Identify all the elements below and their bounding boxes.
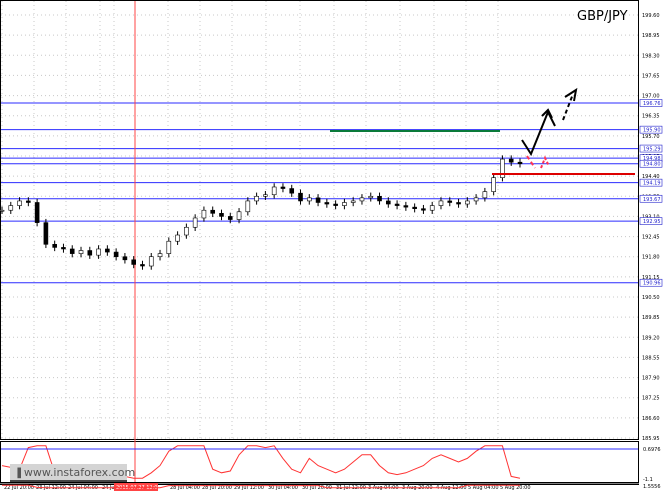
candle-body: [8, 205, 14, 211]
candle-body: [69, 248, 75, 254]
price-level-tag-label: 195.90: [643, 128, 661, 134]
symbol-label: GBP/JPY: [577, 9, 628, 24]
price-tick-label: 197.65: [642, 73, 660, 79]
candle-body: [377, 195, 382, 202]
watermark-text: www.instaforex.com: [23, 466, 136, 479]
candle-body: [333, 203, 338, 206]
price-axis: 199.60 198.95 198.30 197.65 197.00 196.35 195.…: [642, 13, 660, 442]
candle-body: [429, 205, 435, 211]
price-tick-label: 199.60: [642, 13, 660, 19]
price-level-tag-label: 190.96: [643, 281, 661, 287]
candle-body: [122, 256, 128, 261]
candle-body: [394, 203, 400, 206]
candle-body: [254, 195, 259, 202]
price-level-tag-label: 193.67: [643, 197, 661, 203]
candle-body: [0, 209, 5, 212]
candle-body: [491, 177, 496, 192]
price-tick-label: 186.60: [642, 416, 660, 422]
candle-body: [508, 158, 514, 163]
indicator-axis: 0.6976 -1.11.5556: [643, 447, 661, 490]
price-tick-label: 185.95: [642, 436, 660, 442]
time-tick-label: 5 Aug 20:00: [500, 485, 531, 491]
candle-body: [52, 244, 57, 248]
watermark-arrow-icon: ▐: [14, 469, 21, 479]
price-tick-label: 198.30: [642, 53, 660, 59]
candle-body: [517, 161, 523, 165]
candle-body: [201, 209, 207, 219]
price-tick-label: 195.70: [642, 134, 660, 140]
candle-body: [324, 202, 330, 205]
candle-body: [263, 194, 268, 197]
price-level-tag-label: 194.80: [643, 162, 661, 168]
candle-body: [140, 264, 145, 267]
price-tick-label: 190.50: [642, 295, 660, 301]
candle-body: [271, 186, 277, 196]
candle-body: [245, 200, 251, 213]
candle-body: [359, 197, 365, 202]
candle-body: [289, 188, 295, 194]
price-tick-label: 197.00: [642, 94, 660, 100]
price-tick-label: 191.80: [642, 255, 660, 261]
candle-body: [227, 216, 233, 220]
candle-body: [96, 248, 101, 256]
candle-body: [412, 206, 417, 209]
price-chart: 199.60 198.95 198.30 197.65 197.00 196.35 195.…: [0, 0, 663, 491]
candle-body: [473, 197, 479, 202]
time-tick-label: 5 Aug 04:00: [468, 485, 499, 491]
candle-body: [87, 250, 93, 256]
time-axis: 22 Jul 20:00 23 Jul 12:00 24 Jul 04:00 24 J…: [4, 483, 531, 491]
price-tick-label: 189.20: [642, 335, 660, 341]
instaforex-watermark[interactable]: ▐ www.instaforex.com: [10, 464, 135, 482]
candle-body: [350, 200, 356, 203]
candle-body: [175, 234, 180, 242]
candle-body: [148, 256, 154, 267]
candle-body: [456, 202, 461, 205]
candle-body: [403, 205, 409, 208]
candle-body: [157, 253, 163, 258]
candle-body: [184, 226, 189, 236]
price-tick-label: 196.35: [642, 114, 660, 120]
candle-body: [298, 192, 303, 202]
candle-body: [61, 247, 66, 250]
price-tick-label: 187.25: [642, 396, 660, 402]
candle-body: [78, 250, 84, 254]
candle-body: [166, 240, 172, 254]
price-tick-label: 198.95: [642, 33, 660, 39]
candle-body: [386, 200, 391, 205]
indicator-2-tick: 1.5556: [643, 484, 661, 490]
candle-body: [26, 200, 31, 203]
price-tick-label: 187.90: [642, 376, 660, 382]
candle-body: [315, 197, 321, 203]
candle-body: [105, 248, 110, 253]
indicator-1-tick: -1.1: [643, 477, 653, 483]
candle-body: [306, 197, 312, 202]
price-level-tag-label: 192.95: [643, 219, 661, 225]
candle-body: [192, 217, 198, 228]
candle-body: [447, 200, 453, 203]
candle-body: [34, 202, 40, 223]
price-tick-label: 188.55: [642, 355, 660, 361]
candle-body: [131, 259, 136, 265]
candle-body: [17, 200, 22, 206]
candle-body: [280, 186, 286, 189]
candle-body: [210, 209, 216, 214]
price-level-tag-label: 196.76: [643, 101, 661, 107]
indicator-1-tick: 0.6976: [643, 447, 661, 453]
price-level-tag-label: 194.19: [643, 181, 661, 187]
price-level-tag-label: 195.29: [643, 147, 661, 153]
candle-body: [438, 200, 444, 206]
candle-body: [113, 251, 119, 258]
price-tick-label: 189.85: [642, 315, 660, 321]
candle-body: [43, 222, 49, 245]
main-panel-frame: [0, 0, 639, 440]
candle-body: [421, 208, 426, 211]
candle-body: [342, 202, 347, 206]
candle-body: [368, 195, 374, 199]
candle-body: [236, 211, 242, 220]
price-tick-label: 192.45: [642, 235, 660, 241]
candle-body: [465, 200, 470, 205]
candle-body: [219, 213, 224, 217]
candle-body: [482, 191, 488, 199]
